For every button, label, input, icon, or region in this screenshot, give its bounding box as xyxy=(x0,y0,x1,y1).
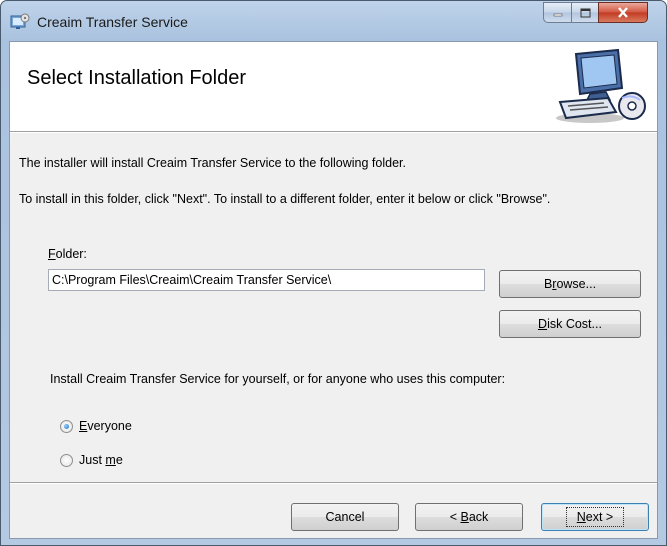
cancel-label: Cancel xyxy=(325,510,365,524)
disk-cost-button[interactable]: Disk Cost... xyxy=(499,310,641,338)
radio-everyone[interactable]: Everyone xyxy=(60,417,132,435)
page-title: Select Installation Folder xyxy=(27,67,247,89)
title-bar[interactable]: Creaim Transfer Service xyxy=(1,1,666,41)
banner-divider xyxy=(10,132,657,133)
close-icon xyxy=(618,7,628,18)
intro-text: The installer will install Creaim Transf… xyxy=(19,156,406,170)
folder-path-input[interactable] xyxy=(48,269,485,291)
maximize-icon xyxy=(580,8,590,17)
radio-just-me[interactable]: Just me xyxy=(60,451,123,469)
disk-cost-label: Disk Cost... xyxy=(538,317,602,331)
browse-button[interactable]: Browse... xyxy=(499,270,641,298)
computer-cd-icon xyxy=(556,48,646,123)
header-banner: Select Installation Folder xyxy=(10,42,657,132)
radio-everyone-label: Everyone xyxy=(79,419,132,433)
minimize-icon xyxy=(553,13,562,16)
window-title: Creaim Transfer Service xyxy=(37,14,188,30)
next-button[interactable]: Next > xyxy=(541,503,649,531)
footer-divider-highlight xyxy=(10,483,657,484)
folder-label: Folder: xyxy=(48,247,87,261)
radio-unselected-indicator[interactable] xyxy=(60,453,73,467)
back-label: < Back xyxy=(449,510,489,524)
installer-icon xyxy=(10,13,30,29)
next-label: Next > xyxy=(565,507,625,527)
cancel-button[interactable]: Cancel xyxy=(291,503,399,531)
instructions-text: To install in this folder, click "Next".… xyxy=(19,192,551,206)
close-button[interactable] xyxy=(598,2,648,23)
radio-just-me-label: Just me xyxy=(79,453,123,467)
back-button[interactable]: < Back xyxy=(415,503,523,531)
radio-selected-indicator[interactable] xyxy=(60,419,73,433)
browse-label: Browse... xyxy=(543,277,597,291)
installer-window: Creaim Transfer Service Select Installat… xyxy=(0,0,667,546)
dialog-client: Select Installation Folder The installer… xyxy=(9,41,658,539)
maximize-button[interactable] xyxy=(571,2,599,23)
minimize-button[interactable] xyxy=(543,2,572,23)
install-scope-prompt: Install Creaim Transfer Service for your… xyxy=(50,372,506,386)
